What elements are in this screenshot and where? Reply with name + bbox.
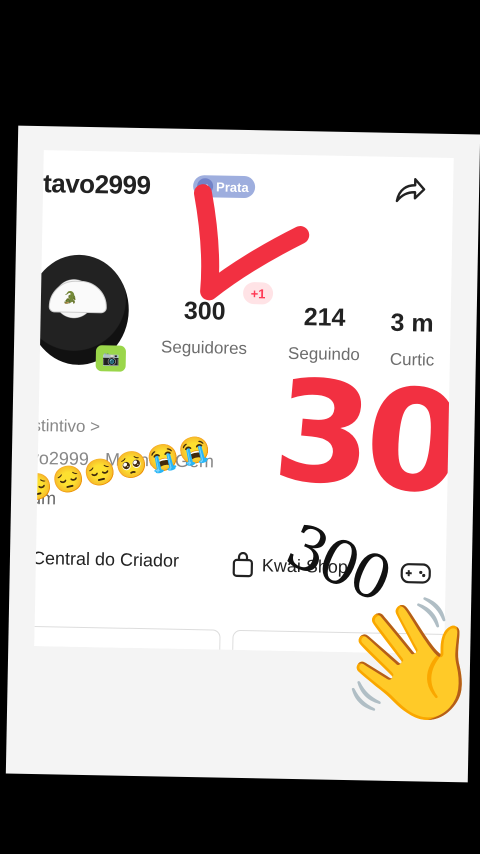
profile-screenshot: tavo2999 ∞ Prata 🐊 📷 +1 300 Seguidores 2… <box>34 150 454 654</box>
waving-hand-icon: 👋 <box>327 587 480 739</box>
big-red-text: 30 <box>267 348 454 528</box>
